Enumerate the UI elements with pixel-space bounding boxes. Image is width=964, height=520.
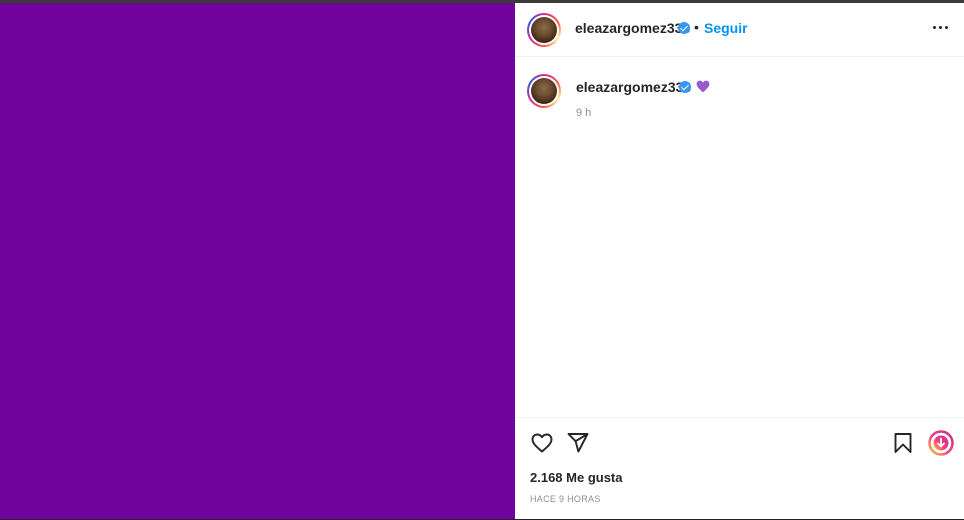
post-header: eleazargomez333 • Seguir bbox=[515, 3, 964, 57]
verified-badge-icon bbox=[679, 81, 691, 93]
verified-badge-icon bbox=[678, 22, 690, 34]
separator-dot: • bbox=[694, 19, 699, 35]
post-timestamp[interactable]: HACE 9 HORAS bbox=[530, 494, 601, 504]
download-extension-icon[interactable] bbox=[928, 430, 954, 456]
bookmark-icon[interactable] bbox=[891, 431, 915, 455]
heart-outline-icon[interactable] bbox=[530, 431, 554, 455]
author-avatar[interactable] bbox=[527, 13, 561, 47]
more-options-icon[interactable] bbox=[931, 17, 951, 37]
post-media[interactable] bbox=[0, 3, 515, 519]
author-username[interactable]: eleazargomez333 bbox=[575, 20, 690, 36]
post-details-panel: eleazargomez333 • Seguir eleazargomez333… bbox=[515, 3, 964, 519]
caption-time[interactable]: 9 h bbox=[576, 107, 591, 119]
follow-button[interactable]: Seguir bbox=[704, 20, 748, 36]
likes-count[interactable]: 2.168 Me gusta bbox=[530, 470, 623, 485]
action-bar: 2.168 Me gusta HACE 9 HORAS bbox=[515, 417, 964, 520]
caption-username[interactable]: eleazargomez333 bbox=[576, 79, 691, 95]
purple-heart-emoji bbox=[696, 80, 710, 93]
caption-avatar[interactable] bbox=[527, 74, 561, 108]
paper-plane-icon[interactable] bbox=[566, 431, 590, 455]
